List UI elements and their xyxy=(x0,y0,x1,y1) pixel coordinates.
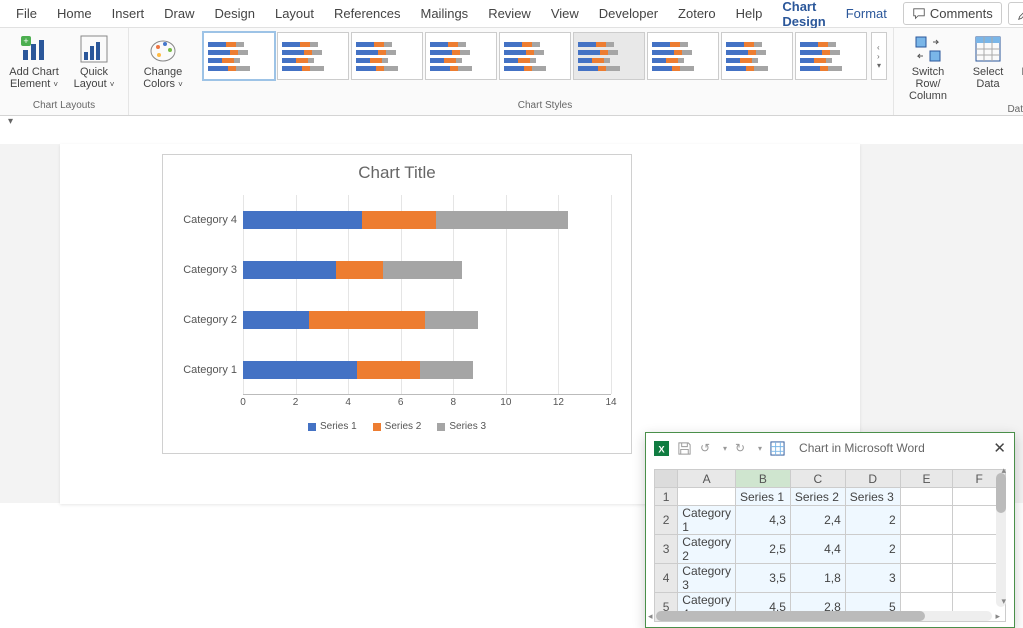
chart-x-axis: 02468101214 xyxy=(243,397,611,411)
style-thumb-3[interactable] xyxy=(351,32,423,80)
select-data-icon xyxy=(973,34,1003,64)
chart-title[interactable]: Chart Title xyxy=(163,155,631,195)
tab-view[interactable]: View xyxy=(541,2,589,25)
style-thumb-2[interactable] xyxy=(277,32,349,80)
data-window-title: Chart in Microsoft Word xyxy=(799,441,985,455)
scroll-right-icon[interactable]: ▸ xyxy=(995,611,1000,622)
category-label: Category 4 xyxy=(171,214,237,226)
tab-mailings[interactable]: Mailings xyxy=(411,2,479,25)
editing-button[interactable]: Editing ▾ xyxy=(1008,2,1023,25)
style-thumb-7[interactable] xyxy=(647,32,719,80)
palette-icon xyxy=(148,34,178,64)
svg-text:+: + xyxy=(23,36,28,46)
change-colors-button[interactable]: Change Colors ˅ xyxy=(135,32,191,91)
horizontal-scrollbar[interactable] xyxy=(656,611,992,621)
style-thumb-9[interactable] xyxy=(795,32,867,80)
bar-stack[interactable] xyxy=(243,261,462,279)
spreadsheet[interactable]: ABCDEF1Series 1Series 2Series 32Category… xyxy=(654,469,1006,622)
tab-layout[interactable]: Layout xyxy=(265,2,324,25)
vertical-scrollbar[interactable] xyxy=(996,473,1006,607)
style-thumb-1[interactable] xyxy=(203,32,275,80)
bar-stack[interactable] xyxy=(243,361,473,379)
chart-data-window[interactable]: X ↺ ▾ ↻ ▾ Chart in Microsoft Word ✕ ABCD… xyxy=(645,432,1015,628)
tab-developer[interactable]: Developer xyxy=(589,2,668,25)
switch-row-column-button[interactable]: Switch Row/ Column xyxy=(900,32,956,102)
tab-draw[interactable]: Draw xyxy=(154,2,204,25)
ribbon-options-button[interactable]: ▾ xyxy=(8,116,22,130)
tab-home[interactable]: Home xyxy=(47,2,102,25)
style-gallery xyxy=(203,32,867,80)
bar-stack[interactable] xyxy=(243,211,568,229)
category-label: Category 3 xyxy=(171,264,237,276)
group-chart-layouts: + Add Chart Element ˅ Quick Layout ˅ Cha… xyxy=(0,28,129,115)
add-chart-element-icon: + xyxy=(19,34,49,64)
document-area: Chart Title Category 4Category 3Category… xyxy=(0,144,1023,503)
scroll-left-icon[interactable]: ◂ xyxy=(648,611,653,622)
style-thumb-4[interactable] xyxy=(425,32,497,80)
group-chart-styles: ‹›▾ Chart Styles xyxy=(197,28,894,115)
quick-layout-icon xyxy=(79,34,109,64)
scroll-down-icon[interactable]: ▾ xyxy=(1001,596,1006,607)
close-icon[interactable]: ✕ xyxy=(993,439,1006,457)
ribbon: + Add Chart Element ˅ Quick Layout ˅ Cha… xyxy=(0,28,1023,116)
select-data-button[interactable]: Select Data xyxy=(960,32,1016,90)
tab-zotero[interactable]: Zotero xyxy=(668,2,726,25)
legend-item[interactable]: Series 3 xyxy=(437,421,486,432)
switch-icon xyxy=(913,34,943,64)
category-label: Category 1 xyxy=(171,364,237,376)
tab-review[interactable]: Review xyxy=(478,2,541,25)
add-chart-element-button[interactable]: + Add Chart Element ˅ xyxy=(6,32,62,91)
style-thumb-8[interactable] xyxy=(721,32,793,80)
grid-icon[interactable] xyxy=(770,441,785,456)
tab-insert[interactable]: Insert xyxy=(102,2,155,25)
category-label: Category 2 xyxy=(171,314,237,326)
legend-item[interactable]: Series 2 xyxy=(373,421,422,432)
tab-help[interactable]: Help xyxy=(726,2,773,25)
tab-format[interactable]: Format xyxy=(836,2,897,25)
group-data: Switch Row/ Column Select Data Edit Data… xyxy=(894,28,1023,115)
comment-icon xyxy=(912,7,926,21)
excel-icon: X xyxy=(654,441,669,456)
tab-references[interactable]: References xyxy=(324,2,410,25)
undo-icon[interactable]: ↺ xyxy=(700,441,715,456)
save-icon[interactable] xyxy=(677,441,692,456)
style-more-button[interactable]: ‹›▾ xyxy=(871,32,887,80)
data-window-toolbar: X ↺ ▾ ↻ ▾ Chart in Microsoft Word ✕ xyxy=(646,433,1014,463)
menu-bar: File Home Insert Draw Design Layout Refe… xyxy=(0,0,1023,28)
style-thumb-6[interactable] xyxy=(573,32,645,80)
chart-legend[interactable]: Series 1 Series 2 Series 3 xyxy=(163,421,631,432)
style-thumb-5[interactable] xyxy=(499,32,571,80)
pencil-icon xyxy=(1017,7,1023,21)
legend-item[interactable]: Series 1 xyxy=(308,421,357,432)
chart-plot-area[interactable]: Category 4Category 3Category 2Category 1 xyxy=(243,195,611,395)
quick-layout-button[interactable]: Quick Layout ˅ xyxy=(66,32,122,91)
redo-icon[interactable]: ↻ xyxy=(735,441,750,456)
tab-file[interactable]: File xyxy=(6,2,47,25)
svg-text:X: X xyxy=(658,444,665,454)
scroll-up-icon[interactable]: ▴ xyxy=(1001,465,1006,476)
group-change-colors: Change Colors ˅ xyxy=(129,28,197,115)
chart-object[interactable]: Chart Title Category 4Category 3Category… xyxy=(162,154,632,454)
bar-stack[interactable] xyxy=(243,311,478,329)
comments-button[interactable]: Comments xyxy=(903,2,1002,25)
tab-design[interactable]: Design xyxy=(205,2,265,25)
